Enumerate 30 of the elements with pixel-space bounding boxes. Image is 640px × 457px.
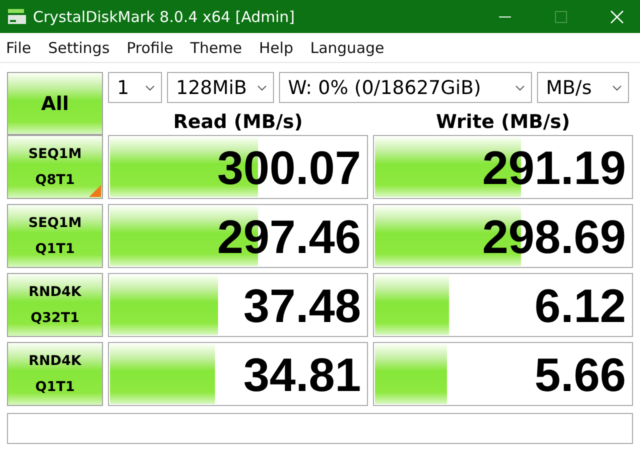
- test-button[interactable]: SEQ1M Q1T1: [7, 204, 103, 268]
- menu-item[interactable]: Theme: [184, 38, 248, 56]
- chevron-down-icon: [515, 84, 525, 90]
- dropdown[interactable]: 128MiB: [167, 72, 274, 103]
- menu-item[interactable]: Settings: [42, 38, 116, 56]
- dropdown[interactable]: W: 0% (0/18627GiB): [279, 72, 532, 103]
- chevron-down-icon: [257, 84, 267, 90]
- dropdown[interactable]: 1: [108, 72, 162, 103]
- menu-item[interactable]: Profile: [120, 38, 180, 56]
- comment-field[interactable]: [7, 413, 633, 444]
- result-value: 6.12: [534, 278, 626, 334]
- column-header: Write (MB/s): [434, 110, 572, 135]
- chevron-down-icon: [612, 84, 622, 90]
- result-value: 37.48: [243, 278, 361, 334]
- all-button[interactable]: All: [7, 72, 103, 135]
- test-button[interactable]: RND4K Q32T1: [7, 273, 103, 337]
- app-icon: [7, 8, 27, 26]
- menu-item[interactable]: File: [0, 38, 38, 56]
- result-value: 5.66: [534, 346, 626, 402]
- close-icon[interactable]: [610, 10, 624, 24]
- corner-mark-icon: [89, 185, 101, 197]
- result-value: 34.81: [243, 346, 361, 402]
- test-button[interactable]: RND4K Q1T1: [7, 342, 103, 406]
- window-title: CrystalDiskMark 8.0.4 x64 [Admin]: [33, 8, 296, 26]
- chevron-down-icon: [145, 84, 155, 90]
- test-button[interactable]: SEQ1M Q8T1: [7, 135, 103, 199]
- column-header: Read (MB/s): [172, 110, 304, 135]
- dropdown[interactable]: MB/s: [537, 72, 629, 103]
- menu-item[interactable]: Help: [253, 38, 300, 56]
- menu-item[interactable]: Language: [304, 38, 390, 56]
